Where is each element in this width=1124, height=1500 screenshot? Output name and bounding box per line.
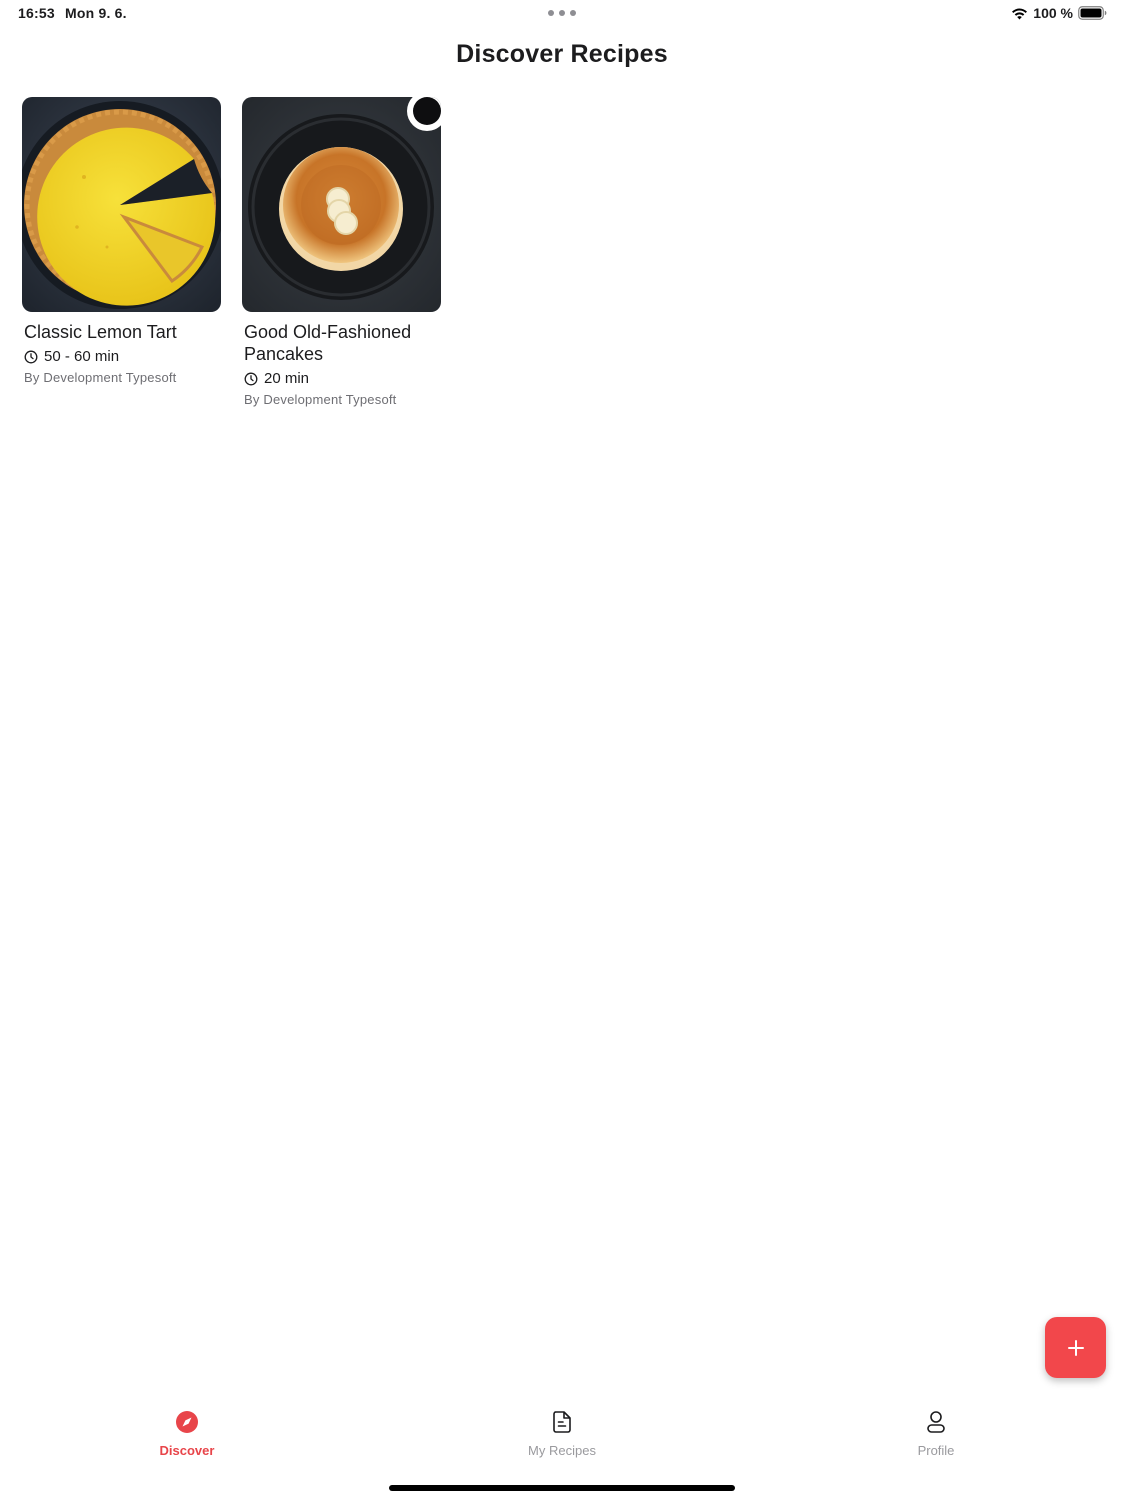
plus-icon — [1067, 1339, 1084, 1356]
recipe-author: By Development Typesoft — [244, 392, 397, 407]
clock-icon — [24, 350, 38, 364]
battery-icon — [1078, 6, 1107, 20]
home-indicator[interactable] — [389, 1485, 735, 1491]
status-date: Mon 9. 6. — [65, 5, 127, 21]
recipe-title: Good Old-Fashioned Pancakes — [244, 322, 412, 364]
tab-label: My Recipes — [528, 1443, 596, 1458]
recipe-card[interactable]: Classic Lemon Tart 50 - 60 min By Develo… — [22, 97, 221, 385]
tab-discover[interactable]: Discover — [127, 1405, 247, 1458]
multitasking-dots-icon[interactable] — [548, 10, 576, 16]
tab-my-recipes[interactable]: My Recipes — [502, 1405, 622, 1458]
compass-icon — [175, 1405, 199, 1439]
document-icon — [551, 1405, 573, 1439]
status-time: 16:53 — [18, 5, 55, 21]
recipe-title: Classic Lemon Tart — [24, 322, 177, 342]
tab-label: Profile — [917, 1443, 955, 1458]
recipe-time-label: 20 min — [264, 370, 310, 387]
battery-percentage: 100 % — [1033, 5, 1073, 21]
recipe-card[interactable]: Good Old-Fashioned Pancakes 20 min By De… — [242, 97, 441, 407]
recipe-time-label: 50 - 60 min — [44, 348, 120, 365]
tab-bar: Discover My Recipes Profile — [0, 1405, 1124, 1475]
add-recipe-button[interactable] — [1045, 1317, 1106, 1378]
status-bar: 16:53 Mon 9. 6. 100 % — [0, 0, 1124, 28]
lemon-tart-photo[interactable] — [22, 97, 221, 312]
tab-profile[interactable]: Profile — [876, 1405, 996, 1458]
clock-icon — [244, 372, 258, 386]
wifi-icon — [1011, 7, 1028, 20]
recipe-time: 20 min — [242, 370, 441, 387]
tab-label: Discover — [159, 1443, 215, 1458]
page-title: Discover Recipes — [456, 40, 668, 68]
pancakes-photo[interactable] — [242, 97, 441, 312]
recipe-author: By Development Typesoft — [24, 370, 177, 385]
person-icon — [925, 1405, 947, 1439]
recipe-time: 50 - 60 min — [22, 348, 221, 365]
status-indicators: 100 % — [1011, 4, 1107, 22]
